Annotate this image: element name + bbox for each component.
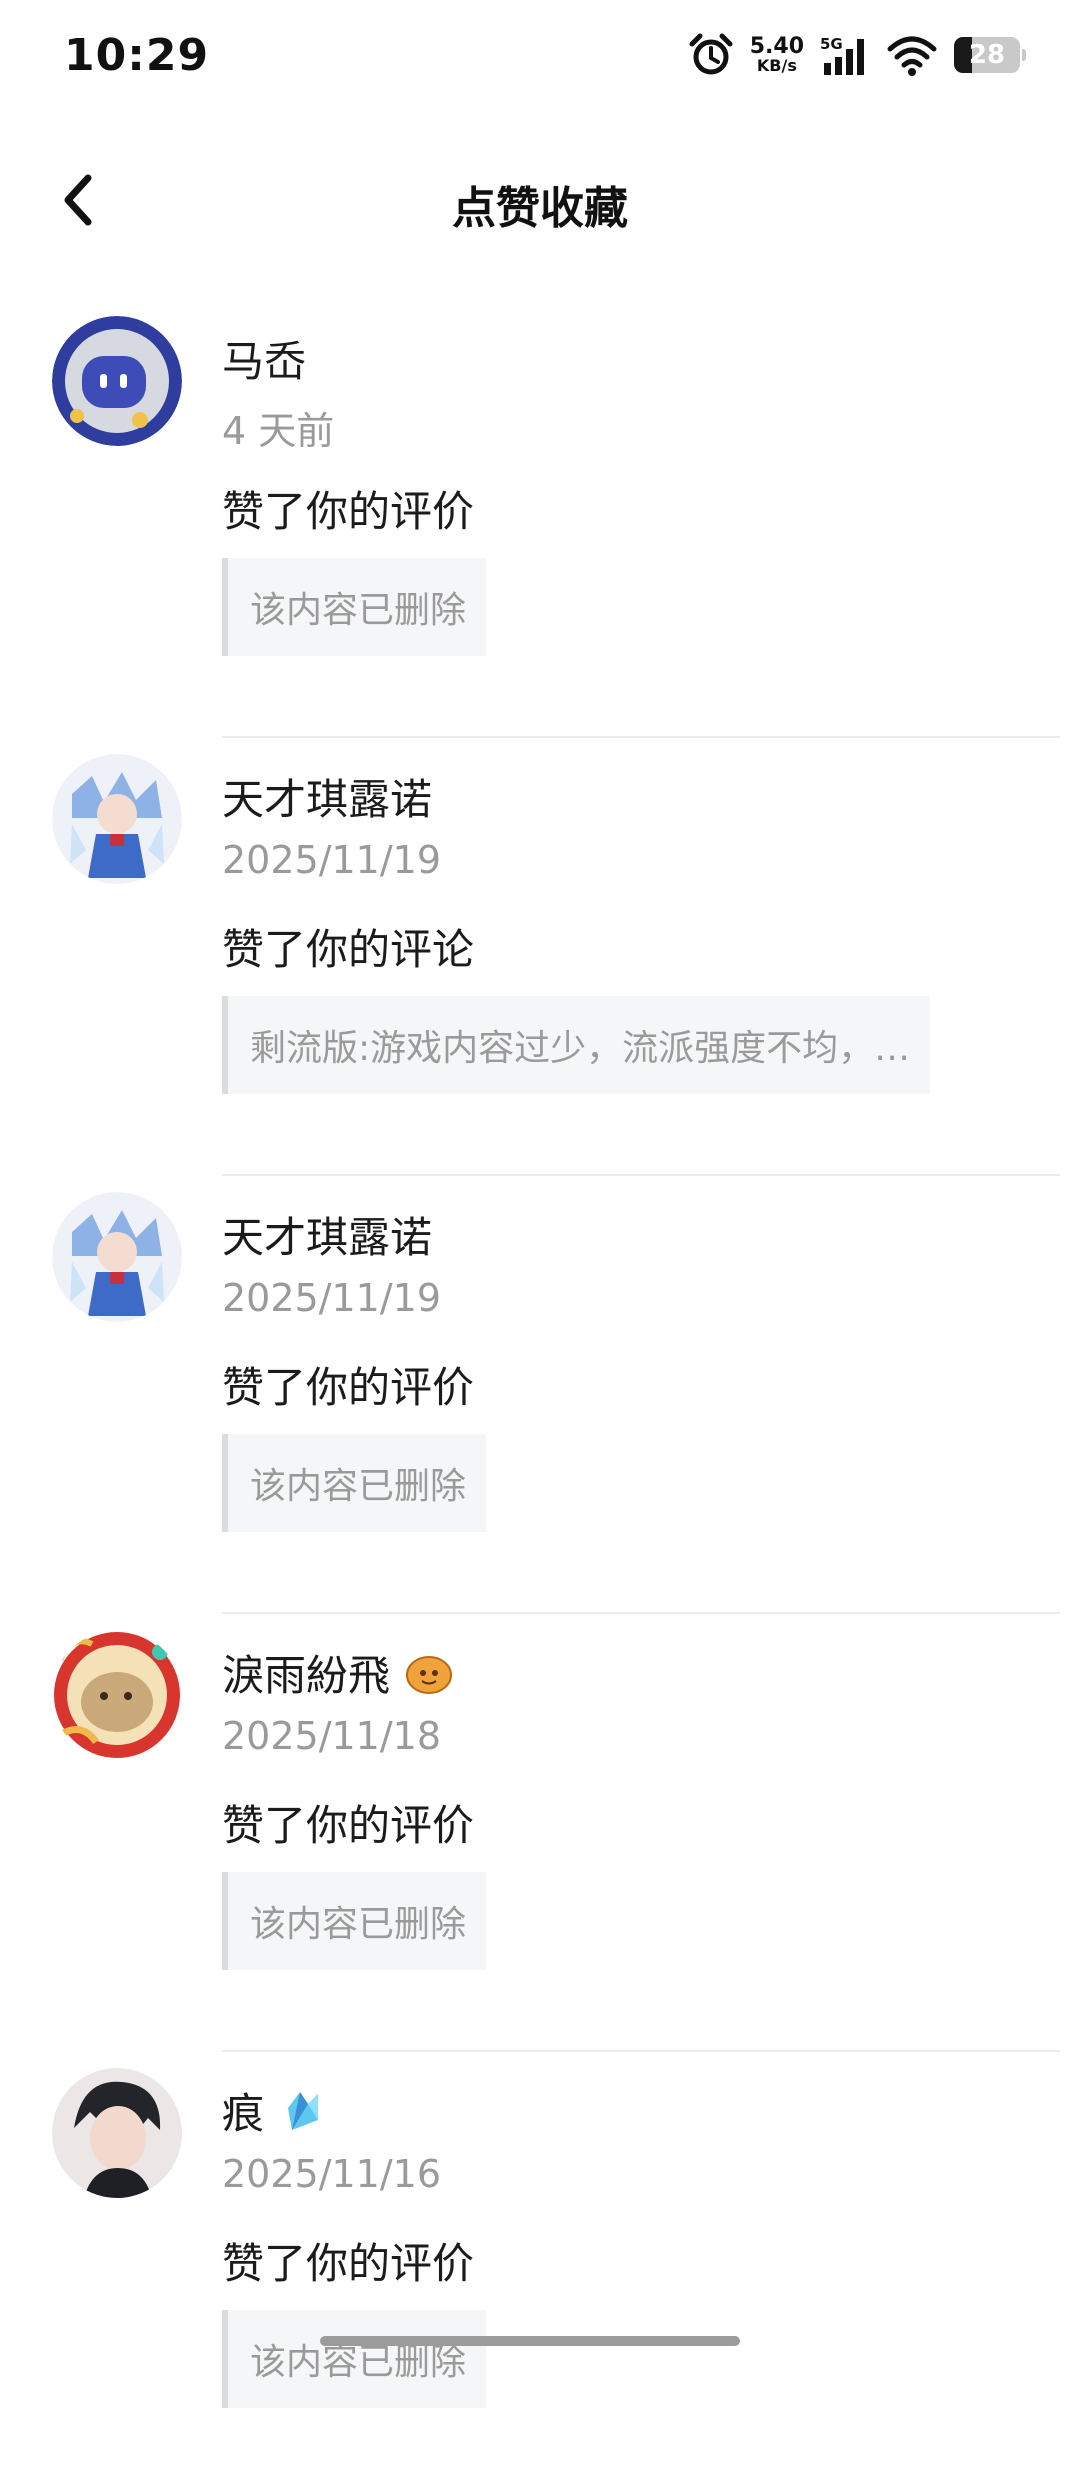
quoted-content[interactable]: 该内容已删除 [222, 558, 487, 656]
quoted-content[interactable]: 剩流版:游戏内容过少，流派强度不均，… [222, 996, 931, 1094]
action-text: 赞了你的评价 [222, 1363, 475, 1412]
battery-indicator: 28 [954, 37, 1026, 73]
user-name[interactable]: 天才琪露诺 [222, 766, 432, 827]
avatar[interactable] [52, 1630, 182, 1760]
action-text: 赞了你的评论 [222, 925, 475, 974]
cellular-signal: 5G [820, 33, 870, 77]
avatar[interactable] [52, 316, 182, 446]
alarm-icon [689, 33, 733, 75]
user-row: 天才琪露诺 [222, 766, 432, 827]
orange-blob-badge-icon [406, 1655, 453, 1694]
status-icons: 5.40 KB/s 5G 28 [688, 30, 1026, 80]
list-item[interactable]: 马岙 4 天前 赞了你的评价 该内容已删除 [0, 300, 1080, 738]
action-text: 赞了你的评价 [222, 2239, 475, 2288]
likes-list: 马岙 4 天前 赞了你的评价 该内容已删除 天才琪露诺 2025/11/19 赞… [0, 300, 1080, 2490]
network-speed-unit: KB/s [756, 56, 797, 75]
list-item[interactable]: 痕 2025/11/16 赞了你的评价 该内容已删除 [0, 2052, 1080, 2490]
quoted-content[interactable]: 该内容已删除 [222, 1434, 487, 1532]
signal-bars-icon [824, 39, 864, 75]
user-name[interactable]: 天才琪露诺 [222, 1204, 432, 1265]
network-speed: 5.40 KB/s [750, 36, 804, 74]
page-title: 点赞收藏 [452, 183, 628, 234]
user-row: 淚雨紛飛 [222, 1642, 454, 1703]
timestamp: 2025/11/19 [222, 1276, 442, 1320]
header: 点赞收藏 [0, 150, 1080, 250]
action-text: 赞了你的评价 [222, 1801, 475, 1850]
list-item[interactable]: 淚雨紛飛 2025/11/18 赞了你的评价 该内容已删除 [0, 1614, 1080, 2052]
avatar[interactable] [52, 1192, 182, 1322]
user-name[interactable]: 痕 [222, 2080, 264, 2141]
wifi-icon [887, 36, 937, 76]
timestamp: 4 天前 [222, 409, 335, 453]
list-item[interactable]: 天才琪露诺 2025/11/19 赞了你的评论 剩流版:游戏内容过少，流派强度不… [0, 738, 1080, 1176]
timestamp: 2025/11/18 [222, 1714, 442, 1758]
home-indicator[interactable] [320, 2336, 740, 2346]
action-text: 赞了你的评价 [222, 487, 475, 536]
network-speed-value: 5.40 [749, 34, 804, 59]
user-name[interactable]: 淚雨紛飛 [222, 1642, 390, 1703]
battery-level: 28 [968, 40, 1006, 70]
blue-crystal-badge-icon [288, 2091, 319, 2130]
status-time: 10:29 [64, 30, 210, 81]
timestamp: 2025/11/19 [222, 838, 442, 882]
avatar[interactable] [52, 754, 182, 884]
user-name[interactable]: 马岙 [222, 328, 306, 389]
user-row: 天才琪露诺 [222, 1204, 432, 1265]
avatar[interactable] [52, 2068, 182, 2198]
user-row: 马岙 [222, 328, 306, 389]
list-item[interactable]: 天才琪露诺 2025/11/19 赞了你的评价 该内容已删除 [0, 1176, 1080, 1614]
status-bar: 10:29 5.40 KB/s 5G 28 [0, 0, 1080, 110]
timestamp: 2025/11/16 [222, 2152, 442, 2196]
quoted-content[interactable]: 该内容已删除 [222, 1872, 487, 1970]
quoted-content[interactable]: 该内容已删除 [222, 2310, 487, 2408]
user-row: 痕 [222, 2080, 328, 2141]
